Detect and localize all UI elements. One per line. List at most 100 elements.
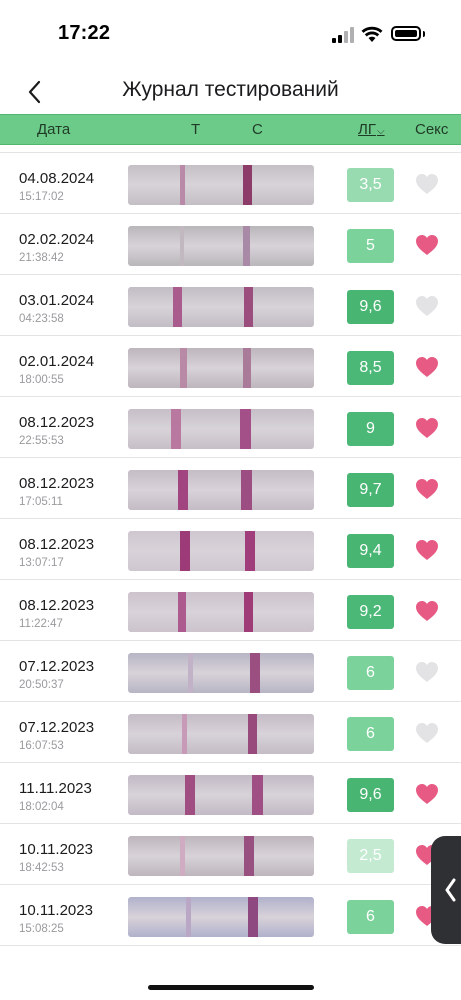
heart-icon[interactable] [415, 417, 439, 439]
table-row[interactable]: 10.11.2023 15:08:25 6 [0, 885, 461, 946]
row-date: 08.12.2023 [19, 414, 95, 431]
row-time: 22:55:53 [19, 435, 64, 447]
row-time: 16:07:53 [19, 740, 64, 752]
table-row[interactable]: 02.01.2024 18:00:55 8,5 [0, 336, 461, 397]
row-time: 15:17:02 [19, 191, 64, 203]
test-strip-image[interactable] [128, 348, 314, 388]
lh-value-badge[interactable]: 8,5 [347, 351, 394, 385]
table-row[interactable]: 11.11.2023 18:02:04 9,6 [0, 763, 461, 824]
row-time: 18:02:04 [19, 801, 64, 813]
lh-value-badge[interactable]: 5 [347, 229, 394, 263]
row-time: 18:00:55 [19, 374, 64, 386]
heart-icon[interactable] [415, 539, 439, 561]
lh-value-badge[interactable]: 9 [347, 412, 394, 446]
control-line [243, 348, 251, 388]
test-line [180, 531, 190, 571]
table-row[interactable]: 02.02.2024 21:38:42 5 [0, 214, 461, 275]
test-strip-image[interactable] [128, 897, 314, 937]
control-line [240, 409, 251, 449]
lh-value-badge[interactable]: 6 [347, 900, 394, 934]
table-row[interactable]: 08.12.2023 17:05:11 9,7 [0, 458, 461, 519]
lh-value-badge[interactable]: 9,2 [347, 595, 394, 629]
test-line [185, 775, 195, 815]
table-row[interactable]: 04.08.2024 15:17:02 3,5 [0, 153, 461, 214]
test-line [180, 836, 185, 876]
table-row[interactable]: 08.12.2023 13:07:17 9,4 [0, 519, 461, 580]
table-header: Дата Т С ЛГ⌵ Секс [0, 114, 461, 145]
row-date: 08.12.2023 [19, 597, 95, 614]
table-row[interactable]: 08.12.2023 11:22:47 9,2 [0, 580, 461, 641]
lh-value-badge[interactable]: 9,6 [347, 290, 394, 324]
test-strip-image[interactable] [128, 226, 314, 266]
control-line [252, 775, 263, 815]
heart-icon[interactable] [415, 173, 439, 195]
test-strip-image[interactable] [128, 409, 314, 449]
test-line [180, 348, 187, 388]
row-time: 11:22:47 [19, 618, 63, 630]
lh-value-badge[interactable]: 3,5 [347, 168, 394, 202]
battery-icon [391, 26, 421, 41]
control-line [243, 165, 252, 205]
table-row[interactable]: 07.12.2023 20:50:37 6 [0, 641, 461, 702]
column-header-lh-sort[interactable]: ЛГ⌵ [358, 121, 385, 138]
heart-icon[interactable] [415, 661, 439, 683]
heart-icon[interactable] [415, 783, 439, 805]
table-row[interactable]: 07.12.2023 16:07:53 6 [0, 702, 461, 763]
control-line [244, 287, 253, 327]
test-strip-image[interactable] [128, 775, 314, 815]
row-date: 10.11.2023 [19, 841, 93, 858]
control-line [250, 653, 260, 693]
cellular-signal-icon [332, 27, 354, 43]
chevron-left-icon [28, 80, 41, 104]
chevron-left-icon [445, 878, 456, 902]
nav-bar: Журнал тестирований [0, 70, 461, 114]
test-line [178, 470, 188, 510]
test-strip-image[interactable] [128, 531, 314, 571]
table-row[interactable]: 03.01.2024 04:23:58 9,6 [0, 275, 461, 336]
lh-value-badge[interactable]: 9,6 [347, 778, 394, 812]
table-row[interactable]: 10.11.2023 18:42:53 2,5 [0, 824, 461, 885]
row-time: 20:50:37 [19, 679, 64, 691]
table-row[interactable]: 08.12.2023 22:55:53 9 [0, 397, 461, 458]
test-line [180, 226, 184, 266]
row-date: 07.12.2023 [19, 658, 95, 675]
test-strip-image[interactable] [128, 470, 314, 510]
battery-cap [423, 31, 425, 37]
lh-value-badge[interactable]: 9,4 [347, 534, 394, 568]
side-panel-tab[interactable] [431, 836, 461, 944]
heart-icon[interactable] [415, 295, 439, 317]
column-header-sex: Секс [415, 121, 449, 138]
column-header-date: Дата [37, 121, 71, 138]
row-time: 15:08:25 [19, 923, 64, 935]
chevron-down-icon: ⌵ [376, 126, 385, 137]
row-time: 21:38:42 [19, 252, 64, 264]
lh-value-badge[interactable]: 6 [347, 717, 394, 751]
row-date: 02.02.2024 [19, 231, 95, 248]
test-line [182, 714, 187, 754]
back-button[interactable] [22, 76, 54, 108]
row-date: 07.12.2023 [19, 719, 95, 736]
heart-icon[interactable] [415, 356, 439, 378]
test-strip-image[interactable] [128, 287, 314, 327]
row-date: 03.01.2024 [19, 292, 95, 309]
row-date: 08.12.2023 [19, 475, 95, 492]
heart-icon[interactable] [415, 722, 439, 744]
heart-icon[interactable] [415, 600, 439, 622]
test-strip-image[interactable] [128, 653, 314, 693]
heart-icon[interactable] [415, 478, 439, 500]
lh-value-badge[interactable]: 9,7 [347, 473, 394, 507]
lh-value-badge[interactable]: 6 [347, 656, 394, 690]
test-strip-image[interactable] [128, 836, 314, 876]
test-strip-image[interactable] [128, 165, 314, 205]
wifi-icon [361, 25, 383, 43]
row-time: 04:23:58 [19, 313, 64, 325]
test-strip-image[interactable] [128, 714, 314, 754]
column-header-c: С [252, 121, 263, 138]
test-list[interactable]: 04.08.2024 15:17:02 3,5 02.02.2024 21:38:42 5… [0, 145, 461, 960]
page-title: Журнал тестирований [122, 78, 339, 101]
test-strip-image[interactable] [128, 592, 314, 632]
home-indicator [148, 985, 314, 990]
lh-value-badge[interactable]: 2,5 [347, 839, 394, 873]
heart-icon[interactable] [415, 234, 439, 256]
row-date: 11.11.2023 [19, 780, 92, 797]
